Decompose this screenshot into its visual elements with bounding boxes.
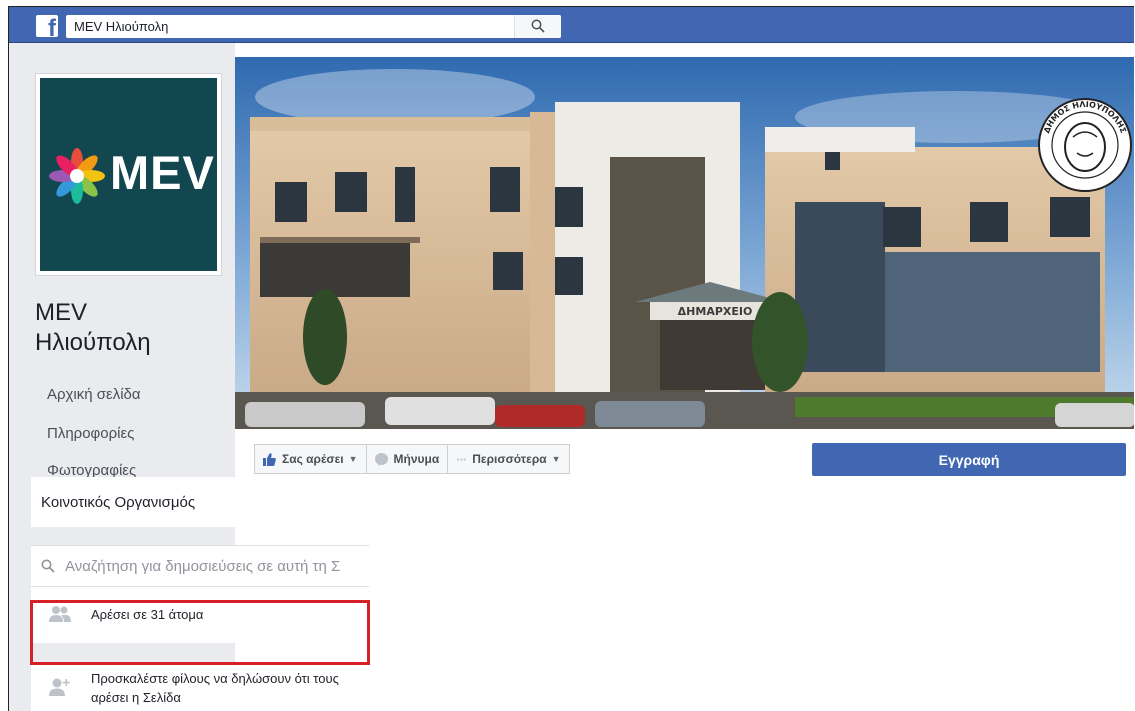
search-button[interactable] (514, 15, 561, 38)
more-dots-icon: ··· (456, 451, 467, 467)
caret-down-icon: ▼ (348, 454, 358, 464)
like-button-label: Σας αρέσει (282, 452, 344, 466)
message-button[interactable]: Μήνυμα (365, 444, 448, 474)
page-title-line1: MEV (35, 299, 88, 326)
building-sign-text: ΔΗΜΑΡΧΕΙΟ (678, 305, 753, 318)
more-button[interactable]: ··· Περισσότερα ▼ (447, 444, 570, 474)
thumbs-up-icon (263, 452, 276, 466)
nav-item-home[interactable]: Αρχική σελίδα (47, 386, 141, 403)
profile-picture[interactable]: MEV (35, 73, 222, 276)
more-button-label: Περισσότερα (472, 452, 547, 466)
invite-friends-row[interactable]: Προσκαλέστε φίλους να δηλώσουν ότι τους … (31, 665, 369, 711)
profile-logo: MEV (40, 78, 217, 271)
nav-item-category[interactable]: Κοινοτικός Οργανισμός (31, 477, 369, 527)
global-search-input[interactable] (74, 15, 504, 38)
facebook-logo-letter: f (48, 15, 56, 38)
facebook-logo[interactable]: f (36, 15, 58, 37)
profile-logo-text: MEV (110, 146, 215, 199)
municipal-seal: ΔΗΜΟΣ ΗΛΙΟΥΠΟΛΗΣ (1038, 98, 1132, 192)
category-label: Κοινοτικός Οργανισμός (41, 494, 196, 511)
like-button[interactable]: Σας αρέσει ▼ (254, 444, 366, 474)
page-title-line2: Ηλιούπολη (35, 329, 151, 356)
global-search (66, 15, 561, 38)
highlight-box (30, 600, 370, 665)
page-title[interactable]: MEV Ηλιούπολη (35, 298, 151, 358)
cover-photo[interactable]: ΔΗΜΑΡΧΕΙΟ ΔΗΜΟΣ ΗΛΙΟΥΠΟΛΗΣ (235, 57, 1134, 429)
nav-item-about[interactable]: Πληροφορίες (47, 425, 134, 442)
caret-down-icon: ▼ (551, 454, 561, 464)
cover-photo-image: ΔΗΜΑΡΧΕΙΟ ΔΗΜΟΣ ΗΛΙΟΥΠΟΛΗΣ (235, 57, 1134, 429)
page-posts-search-input[interactable] (65, 546, 365, 586)
browser-frame: f MEV Ηλιούπολη MEV MEV Ηλιούπολη Αρχική… (8, 6, 1134, 711)
invite-friends-text: Προσκαλέστε φίλους να δηλώσουν ότι τους … (91, 671, 339, 705)
search-icon (531, 19, 545, 33)
signup-button[interactable]: Εγγραφή (812, 443, 1126, 476)
page-posts-search (31, 545, 369, 587)
top-navigation-bar: f (9, 7, 1134, 43)
add-friend-icon (49, 678, 70, 696)
search-icon (41, 559, 55, 573)
page-actions: Σας αρέσει ▼ Μήνυμα ··· Περισσότερα ▼ (254, 444, 570, 474)
messenger-icon (374, 452, 388, 466)
hands-logo-icon (49, 148, 105, 204)
message-button-label: Μήνυμα (393, 452, 440, 466)
